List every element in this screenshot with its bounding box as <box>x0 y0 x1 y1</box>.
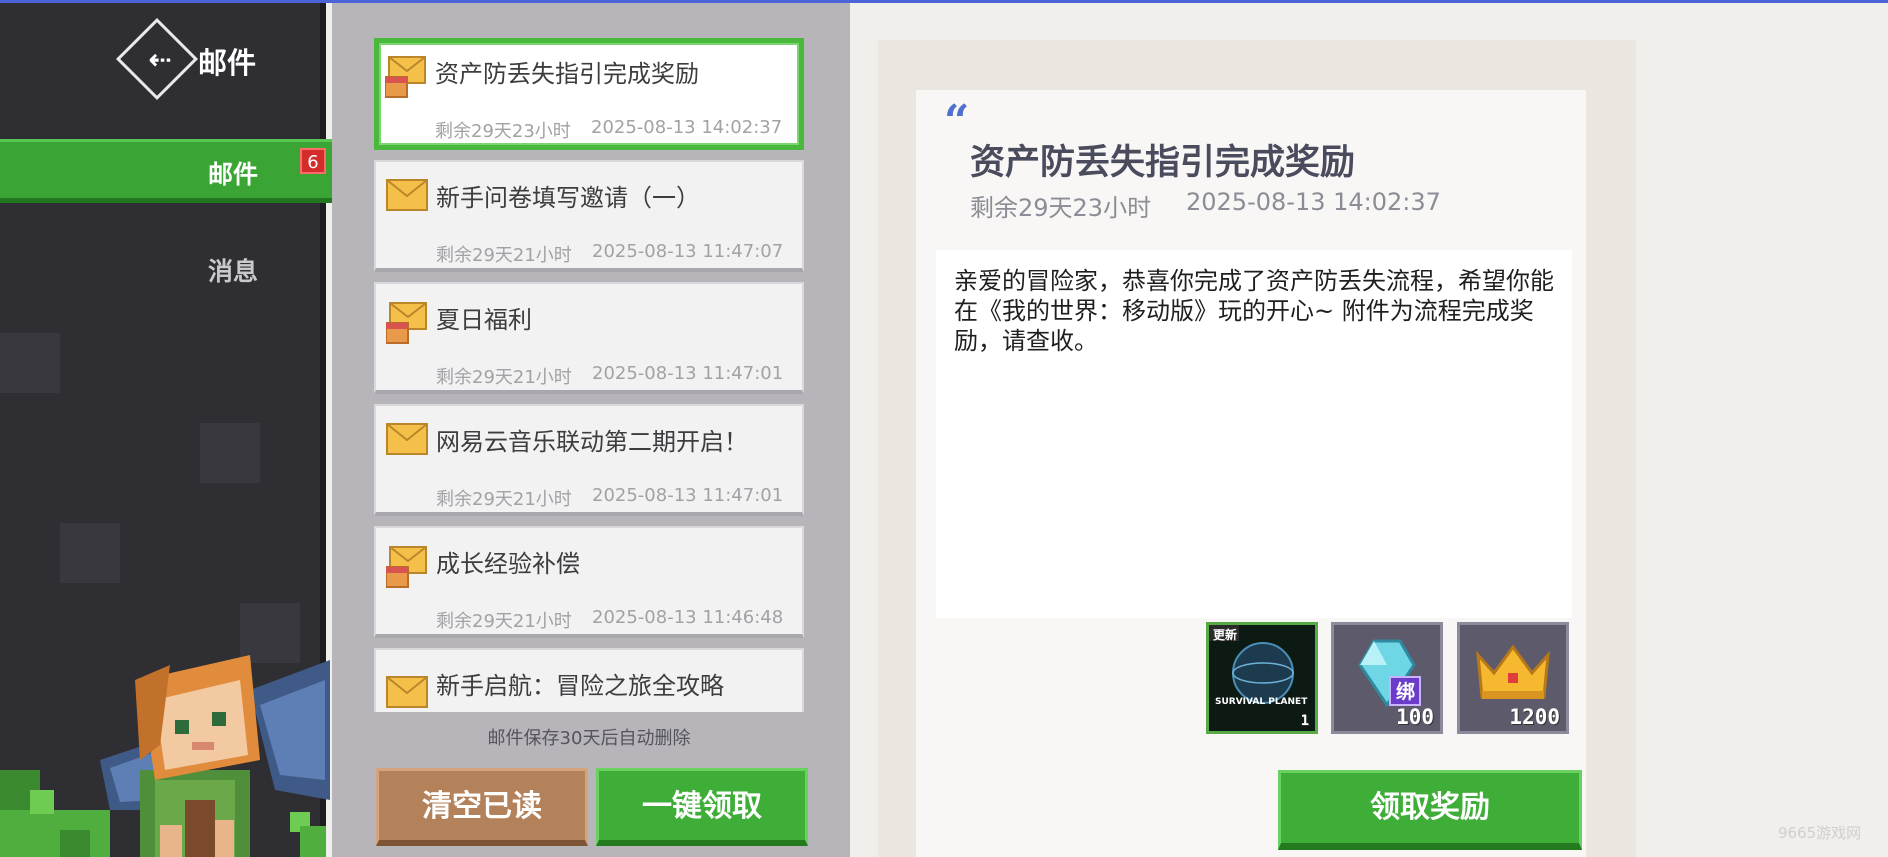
pixel-deco <box>0 333 60 393</box>
mail-title: 成长经验补偿 <box>436 550 580 578</box>
mail-item-selected[interactable]: 资产防丢失指引完成奖励 剩余29天23小时 2025-08-13 14:02:3… <box>374 38 804 150</box>
attachment-count: 100 <box>1396 705 1434 729</box>
mail-remaining: 剩余29天21小时 <box>436 245 572 266</box>
mail-item[interactable]: 夏日福利 剩余29天21小时 2025-08-13 11:47:01 <box>374 282 804 394</box>
tab-mail-label: 邮件 <box>208 160 259 189</box>
pixel-deco <box>200 423 260 483</box>
mail-remaining: 剩余29天21小时 <box>436 611 572 632</box>
mail-with-attachment-icon <box>385 56 426 98</box>
mail-title: 资产防丢失指引完成奖励 <box>435 60 699 88</box>
bound-tag: 绑 <box>1396 681 1416 703</box>
back-arrow-icon: ⇠ <box>148 43 172 76</box>
tab-messages[interactable]: 消息 <box>0 240 326 300</box>
mail-date: 2025-08-13 11:47:07 <box>592 241 784 262</box>
grass-deco <box>0 810 110 857</box>
mail-title: 夏日福利 <box>436 306 532 334</box>
attachment-count: 1 <box>1300 713 1309 729</box>
attachment-caption: SURVIVAL PLANET <box>1215 697 1308 707</box>
mail-icon <box>386 676 428 708</box>
mail-date: 2025-08-13 11:47:01 <box>592 485 784 506</box>
detail-title: 资产防丢失指引完成奖励 <box>970 143 1356 183</box>
mail-with-attachment-icon <box>386 546 427 588</box>
mail-date: 2025-08-13 11:47:01 <box>592 363 784 384</box>
mail-date: 2025-08-13 14:02:37 <box>591 117 783 138</box>
grass-deco <box>30 790 54 814</box>
attachment-item[interactable]: 更新 SURVIVAL PLANET 1 <box>1206 622 1318 734</box>
mail-title: 新手启航：冒险之旅全攻略 <box>436 672 724 700</box>
quote-icon: “ <box>944 96 970 147</box>
clear-read-button[interactable]: 清空已读 <box>376 768 588 846</box>
mail-icon <box>386 423 428 455</box>
claim-reward-button[interactable]: 领取奖励 <box>1278 770 1582 850</box>
page-title: 邮件 <box>198 46 257 80</box>
mail-item[interactable]: 新手启航：冒险之旅全攻略 <box>374 648 804 712</box>
mail-remaining: 剩余29天21小时 <box>436 367 572 388</box>
attachment-item[interactable]: 1200 <box>1457 622 1569 734</box>
pixel-deco <box>60 523 120 583</box>
mail-title: 新手问卷填写邀请（一） <box>436 184 700 212</box>
watermark: 9665游戏网 <box>1778 824 1862 842</box>
tab-messages-label: 消息 <box>208 257 259 286</box>
detail-body-text: 亲爱的冒险家，恭喜你完成了资产防丢失流程，希望你能在《我的世界：移动版》玩的开心… <box>954 267 1554 355</box>
unread-badge: 6 <box>300 148 326 174</box>
mail-date: 2025-08-13 11:46:48 <box>592 607 784 628</box>
mail-with-attachment-icon <box>386 302 427 344</box>
mail-remaining: 剩余29天23小时 <box>435 121 571 142</box>
detail-date: 2025-08-13 14:02:37 <box>1186 188 1441 216</box>
mail-retention-note: 邮件保存30天后自动删除 <box>487 728 691 749</box>
mail-icon <box>386 179 428 211</box>
grass-deco <box>60 830 90 857</box>
detail-body: 亲爱的冒险家，恭喜你完成了资产防丢失流程，希望你能在《我的世界：移动版》玩的开心… <box>936 250 1572 618</box>
claim-all-button[interactable]: 一键领取 <box>596 768 808 846</box>
mail-item[interactable]: 成长经验补偿 剩余29天21小时 2025-08-13 11:46:48 <box>374 526 804 638</box>
mail-title: 网易云音乐联动第二期开启！ <box>436 428 748 456</box>
detail-remaining: 剩余29天23小时 <box>970 194 1152 222</box>
attachment-item[interactable]: 绑 100 <box>1331 622 1443 734</box>
attachment-count: 1200 <box>1509 705 1560 729</box>
attachment-tag: 更新 <box>1213 628 1238 642</box>
mail-list[interactable]: 资产防丢失指引完成奖励 剩余29天23小时 2025-08-13 14:02:3… <box>374 38 804 712</box>
mail-remaining: 剩余29天21小时 <box>436 489 572 510</box>
mail-item[interactable]: 新手问卷填写邀请（一） 剩余29天21小时 2025-08-13 11:47:0… <box>374 160 804 272</box>
tab-mail[interactable]: 邮件 6 <box>0 139 332 203</box>
alex-character-illustration <box>100 655 330 857</box>
mail-item[interactable]: 网易云音乐联动第二期开启！ 剩余29天21小时 2025-08-13 11:47… <box>374 404 804 516</box>
